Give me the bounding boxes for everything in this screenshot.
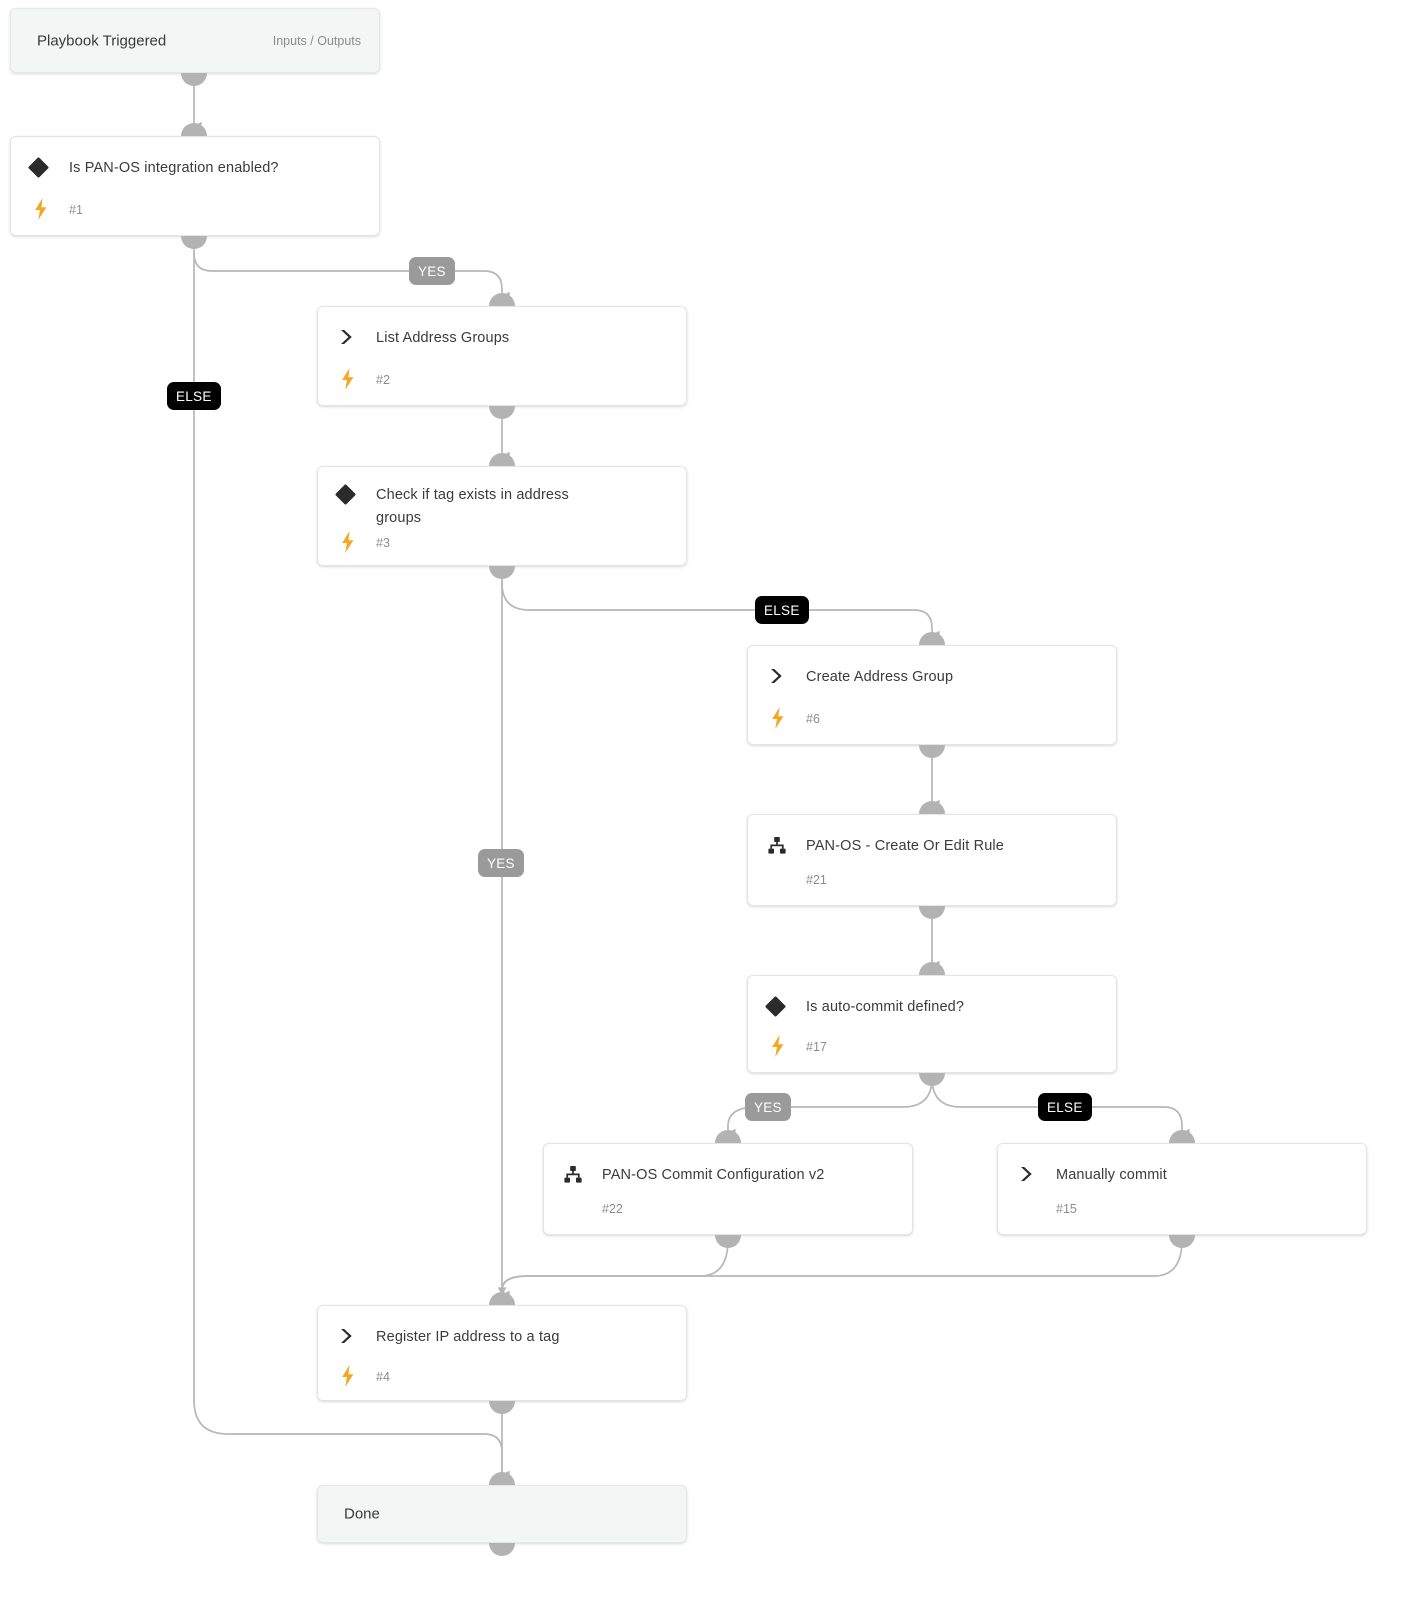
node-title-row: Is auto-commit defined?: [748, 995, 1116, 1019]
node-footer: #17: [748, 1035, 1116, 1058]
node-footer: #15: [998, 1198, 1366, 1220]
diamond-condition-icon: [764, 995, 794, 1017]
node-done[interactable]: Done: [317, 1485, 687, 1543]
subplaybook-hierarchy-icon: [768, 835, 794, 855]
branch-badge-else-n1[interactable]: ELSE: [167, 382, 221, 410]
node-footer: #1: [11, 198, 379, 221]
node-title-row: List Address Groups: [318, 327, 686, 350]
connector-nub-n4-out: [489, 1401, 515, 1414]
node-footer: #2: [318, 368, 686, 391]
node-create-address-group[interactable]: Create Address Group #6: [747, 645, 1117, 745]
node-number: #3: [376, 536, 390, 550]
edge-n1-else: [193, 1399, 510, 1480]
automation-bolt-icon: [35, 198, 47, 220]
node-footer: #22: [544, 1198, 912, 1220]
connector-nub-n17-in: [919, 962, 945, 975]
node-title-row: PAN-OS - Create Or Edit Rule: [748, 835, 1116, 858]
node-title: Manually commit: [1056, 1167, 1167, 1183]
connector-nub-n3-out: [489, 566, 515, 579]
connector-nub-n22-in: [715, 1130, 741, 1143]
connector-nub-n6-in: [919, 632, 945, 645]
node-check-if-tag-exists-in-address-groups[interactable]: Check if tag exists in address groups #3: [317, 466, 687, 566]
node-number: #21: [806, 873, 827, 887]
node-pan-os-commit-configuration-v2[interactable]: PAN-OS Commit Configuration v2 #22: [543, 1143, 913, 1235]
node-number: #15: [1056, 1202, 1077, 1216]
connector-nub-n4-in: [489, 1292, 515, 1305]
node-title: Is auto-commit defined?: [806, 999, 965, 1015]
connector-nub-done-out: [489, 1543, 515, 1556]
connector-nub-n3-in: [489, 453, 515, 466]
edge-n15-n4: [501, 1239, 1183, 1300]
node-footer: #3: [318, 531, 686, 554]
node-is-auto-commit-defined[interactable]: Is auto-commit defined? #17: [747, 975, 1117, 1073]
connector-nub-n21-in: [919, 801, 945, 814]
branch-badge-else-n17[interactable]: ELSE: [1038, 1093, 1092, 1121]
playbook-triggered-label: Playbook Triggered: [37, 32, 167, 49]
node-footer: #4: [318, 1365, 686, 1388]
node-title: Is PAN-OS integration enabled?: [69, 160, 279, 176]
node-number: #1: [69, 203, 83, 217]
node-is-pan-os-integration-enabled[interactable]: Is PAN-OS integration enabled? #1: [10, 136, 380, 236]
node-number: #2: [376, 373, 390, 387]
connector-nub-done-in: [489, 1472, 515, 1485]
chevron-command-icon: [338, 1326, 364, 1346]
chevron-command-icon: [768, 666, 794, 686]
edge-n1-yes: [193, 252, 510, 301]
chevron-command-icon: [1018, 1164, 1044, 1184]
node-manually-commit[interactable]: Manually commit #15: [997, 1143, 1367, 1235]
node-number: #22: [602, 1202, 623, 1216]
automation-bolt-icon: [342, 531, 354, 553]
node-title: PAN-OS Commit Configuration v2: [602, 1167, 825, 1183]
node-number: #6: [806, 712, 820, 726]
done-label: Done: [344, 1505, 380, 1523]
branch-badge-yes-n17[interactable]: YES: [745, 1093, 791, 1121]
connector-nub-n1-out: [181, 236, 207, 249]
diamond-condition-icon: [27, 156, 57, 178]
connector-nub-n1-in: [181, 123, 207, 136]
connector-nub-n6-out: [919, 745, 945, 758]
inputs-outputs-link[interactable]: Inputs / Outputs: [273, 34, 361, 48]
subplaybook-hierarchy-icon: [564, 1164, 590, 1184]
node-title: Create Address Group: [806, 669, 954, 685]
node-footer: #21: [748, 869, 1116, 891]
node-title-row: Register IP address to a tag: [318, 1326, 686, 1349]
chevron-command-icon: [338, 327, 364, 347]
node-register-ip-address-to-a-tag[interactable]: Register IP address to a tag #4: [317, 1305, 687, 1401]
playbook-canvas[interactable]: Playbook Triggered Inputs / Outputs Is P…: [0, 0, 1420, 1619]
edge-layer: [193, 77, 1190, 1480]
branch-badge-else-n3[interactable]: ELSE: [755, 596, 809, 624]
node-playbook-triggered[interactable]: Playbook Triggered Inputs / Outputs: [10, 8, 380, 73]
node-title: Register IP address to a tag: [376, 1329, 560, 1345]
edge-n22-n4: [501, 1239, 729, 1300]
node-footer: #6: [748, 707, 1116, 730]
node-title-row: Check if tag exists in address groups: [318, 483, 686, 530]
connector-nub-n15-out: [1169, 1235, 1195, 1248]
node-title-row: Manually commit: [998, 1164, 1366, 1187]
node-title: Check if tag exists in address groups: [376, 487, 569, 526]
node-pan-os-create-or-edit-rule[interactable]: PAN-OS - Create Or Edit Rule #21: [747, 814, 1117, 906]
node-title-row: Is PAN-OS integration enabled?: [11, 156, 379, 180]
automation-bolt-icon: [342, 1365, 354, 1387]
edge-n3-else: [501, 582, 940, 640]
automation-bolt-icon: [342, 368, 354, 390]
branch-badge-yes-n1[interactable]: YES: [409, 257, 455, 285]
node-title-row: PAN-OS Commit Configuration v2: [544, 1164, 912, 1187]
node-title-row: Create Address Group: [748, 666, 1116, 689]
node-title: List Address Groups: [376, 330, 510, 346]
connector-nub-n15-in: [1169, 1130, 1195, 1143]
connector-nub-n21-out: [919, 906, 945, 919]
connector-nub-n2-out: [489, 406, 515, 419]
automation-bolt-icon: [772, 1035, 784, 1057]
connector-nub-n2-in: [489, 293, 515, 306]
connector-nub-n22-out: [715, 1235, 741, 1248]
node-number: #4: [376, 1370, 390, 1384]
node-title: PAN-OS - Create Or Edit Rule: [806, 838, 1004, 854]
node-number: #17: [806, 1040, 827, 1054]
diamond-condition-icon: [334, 483, 364, 505]
connector-nub-trigger-out: [181, 73, 207, 86]
automation-bolt-icon: [772, 707, 784, 729]
connector-nub-n17-out: [919, 1073, 945, 1086]
node-list-address-groups[interactable]: List Address Groups #2: [317, 306, 687, 406]
branch-badge-yes-n3[interactable]: YES: [478, 849, 524, 877]
